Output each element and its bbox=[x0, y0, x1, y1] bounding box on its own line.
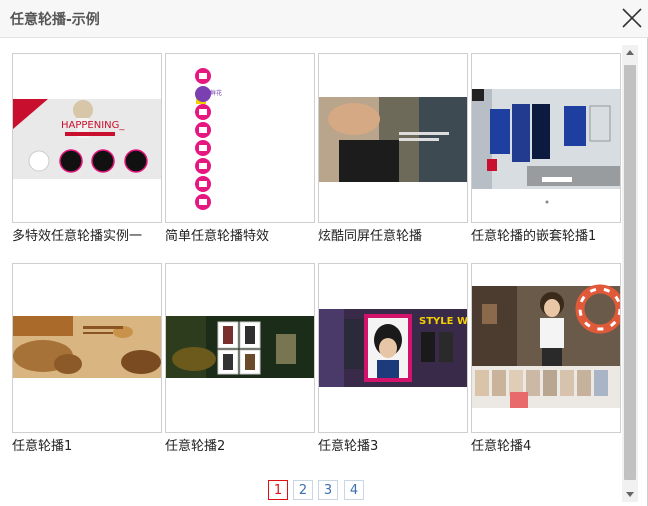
item-caption: 简单任意轮播特效 bbox=[165, 229, 270, 244]
item-caption: 任意轮播2 bbox=[165, 439, 226, 454]
dialog-titlebar: 任意轮播-示例 bbox=[0, 0, 648, 38]
close-icon[interactable] bbox=[620, 6, 644, 30]
page-3-button[interactable]: 3 bbox=[318, 480, 338, 500]
thumbnail[interactable] bbox=[165, 263, 315, 433]
thumbnail[interactable] bbox=[471, 263, 621, 433]
thumbnail[interactable] bbox=[471, 53, 621, 223]
scrollbar-thumb[interactable] bbox=[624, 65, 636, 480]
gallery: HAPPENING_ 多特效任意轮播实例一 鲜花 简单任意轮播特效 炫酷同屏任意… bbox=[0, 38, 622, 506]
item-caption: 任意轮播1 bbox=[12, 439, 73, 454]
arrow-down-icon[interactable] bbox=[622, 486, 638, 502]
thumbnail[interactable] bbox=[318, 53, 468, 223]
vertical-scrollbar[interactable] bbox=[622, 45, 638, 502]
thumbnail[interactable]: HAPPENING_ bbox=[12, 53, 162, 223]
svg-text:鲜花: 鲜花 bbox=[210, 89, 222, 97]
thumb-text: HAPPENING_ bbox=[61, 120, 125, 131]
item-caption: 多特效任意轮播实例一 bbox=[12, 229, 143, 244]
dialog-title: 任意轮播-示例 bbox=[10, 12, 100, 28]
arrow-up-icon[interactable] bbox=[622, 45, 638, 61]
item-caption: 任意轮播4 bbox=[471, 439, 532, 454]
thumbnail[interactable]: 鲜花 bbox=[165, 53, 315, 223]
item-caption: 任意轮播的嵌套轮播1 bbox=[471, 229, 597, 244]
item-caption: 任意轮播3 bbox=[318, 439, 379, 454]
page-2-button[interactable]: 2 bbox=[293, 480, 313, 500]
thumb-text: STYLE WISH bbox=[419, 316, 468, 327]
item-caption: 炫酷同屏任意轮播 bbox=[318, 229, 423, 244]
page-1-button[interactable]: 1 bbox=[268, 480, 288, 500]
thumbnail[interactable]: STYLE WISH bbox=[318, 263, 468, 433]
page-4-button[interactable]: 4 bbox=[344, 480, 364, 500]
thumbnail[interactable] bbox=[12, 263, 162, 433]
dialog: 任意轮播-示例 HAPPENING_ 多特效任意轮播实例一 鲜花 简单任意轮播特… bbox=[0, 0, 648, 506]
